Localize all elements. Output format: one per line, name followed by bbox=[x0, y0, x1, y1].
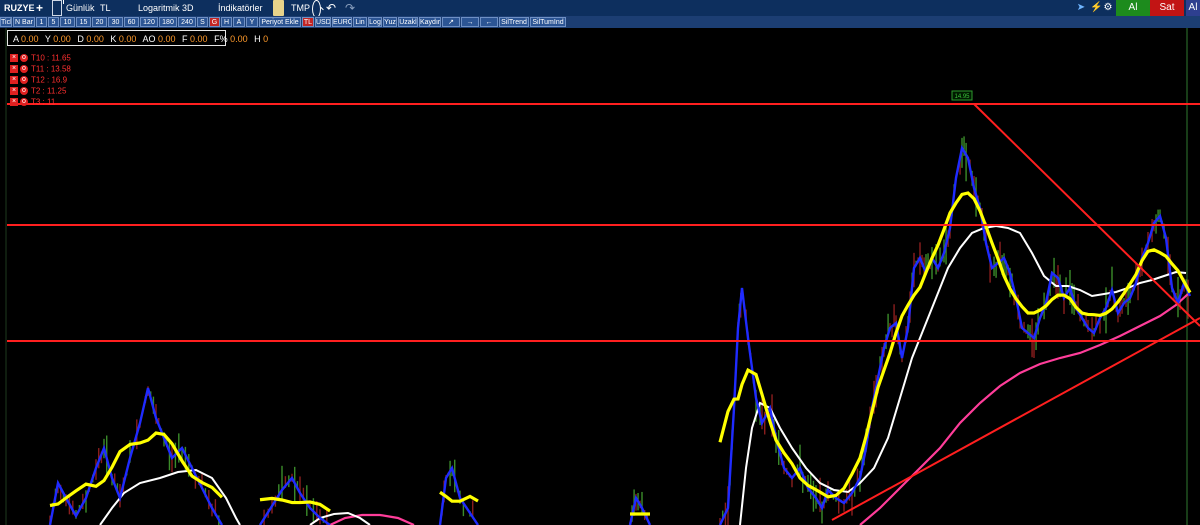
high-value: 0.00 bbox=[53, 34, 71, 44]
high-label: Y bbox=[44, 34, 51, 44]
currency-selector[interactable]: TL bbox=[100, 0, 111, 16]
low-label: D bbox=[77, 34, 84, 44]
toolbar-button[interactable]: Log bbox=[368, 17, 382, 27]
toolbar-button[interactable]: N Bar bbox=[13, 17, 35, 27]
target-item: × o T2 : 11.25 bbox=[10, 85, 71, 96]
toolbar-button[interactable]: ← bbox=[480, 17, 498, 27]
target-label: T2 : 11.25 bbox=[31, 86, 67, 96]
target-item: × o T11 : 13.58 bbox=[10, 63, 71, 74]
external-link-icon[interactable] bbox=[52, 0, 64, 16]
change-percent-label: F% bbox=[214, 34, 228, 44]
remove-target-icon[interactable]: × bbox=[10, 86, 18, 95]
toolbar-button[interactable]: ↗ bbox=[442, 17, 460, 27]
toolbar-button[interactable]: Y bbox=[246, 17, 258, 27]
toolbar-button[interactable]: SilTumInd bbox=[530, 17, 566, 27]
sell-button[interactable]: Sat bbox=[1150, 0, 1184, 16]
toolbar-button[interactable]: H bbox=[221, 17, 232, 27]
toolbar-button[interactable]: 5 bbox=[48, 17, 59, 27]
flash-icon[interactable]: ⚡ bbox=[1090, 0, 1102, 16]
toolbar-button[interactable]: Tick bbox=[0, 17, 12, 27]
change-label: F bbox=[182, 34, 188, 44]
toolbar-button[interactable]: G bbox=[209, 17, 220, 27]
period-button-row: TickN Bar151015203060120180240SGHAYPeriy… bbox=[0, 16, 1200, 28]
target-item: × o T10 : 11.65 bbox=[10, 52, 71, 63]
toolbar-button[interactable]: 1 bbox=[36, 17, 47, 27]
remove-target-icon[interactable]: × bbox=[10, 53, 18, 62]
average-label: AO bbox=[142, 34, 156, 44]
peak-label: 14.95 bbox=[954, 94, 970, 100]
toolbar-button[interactable]: Uzakl bbox=[398, 17, 418, 27]
open-label: A bbox=[13, 34, 19, 44]
toolbar-button[interactable]: Lin bbox=[353, 17, 367, 27]
toolbar-button[interactable]: 240 bbox=[178, 17, 196, 27]
close-label: K bbox=[110, 34, 117, 44]
folder-icon[interactable] bbox=[273, 0, 284, 16]
toolbar-button[interactable]: 60 bbox=[124, 17, 139, 27]
target-label: T10 : 11.65 bbox=[31, 53, 71, 63]
cursor-icon[interactable]: ➤ bbox=[1076, 0, 1086, 16]
add-symbol-button[interactable]: + bbox=[36, 0, 43, 16]
price-chart[interactable]: 14.95 bbox=[0, 28, 1200, 525]
remove-target-icon[interactable]: × bbox=[10, 75, 18, 84]
3d-toggle[interactable]: 3D bbox=[182, 0, 194, 16]
change-percent-value: 0.00 bbox=[230, 34, 248, 44]
low-value: 0.00 bbox=[86, 34, 104, 44]
toolbar-button[interactable]: 120 bbox=[140, 17, 158, 27]
toolbar-button[interactable]: Periyot Ekle bbox=[259, 17, 301, 27]
ohlc-info-box: A 0.00 Y 0.00 D 0.00 K 0.00 AO 0.00 F 0.… bbox=[7, 30, 268, 46]
target-item: × o T3 : 11 bbox=[10, 96, 71, 107]
toolbar-button[interactable]: USD bbox=[315, 17, 331, 27]
target-level-list: × o T10 : 11.65 × o T11 : 13.58 × o T12 : 16.9… bbox=[10, 52, 71, 107]
target-item: × o T12 : 16.9 bbox=[10, 74, 71, 85]
extra-buy-button[interactable]: Al bbox=[1186, 0, 1200, 16]
toolbar-button[interactable]: EURO bbox=[332, 17, 352, 27]
toolbar-button[interactable]: 15 bbox=[76, 17, 91, 27]
settings-target-icon[interactable]: o bbox=[20, 53, 28, 62]
toolbar-button[interactable]: 30 bbox=[108, 17, 123, 27]
toolbar-button[interactable]: 10 bbox=[60, 17, 75, 27]
toolbar-button[interactable]: → bbox=[461, 17, 479, 27]
open-value: 0.00 bbox=[21, 34, 39, 44]
redo-icon[interactable]: ↷ bbox=[345, 0, 355, 16]
toolbar-button[interactable]: 180 bbox=[159, 17, 177, 27]
buy-button[interactable]: Al bbox=[1116, 0, 1150, 16]
settings-target-icon[interactable]: o bbox=[20, 75, 28, 84]
indicators-menu[interactable]: İndikatörler bbox=[218, 0, 263, 16]
target-label: T12 : 16.9 bbox=[31, 75, 68, 85]
gear-icon[interactable]: ⚙ bbox=[1103, 0, 1113, 16]
peak-marker: 14.95 bbox=[951, 90, 973, 101]
target-label: T3 : 11 bbox=[31, 97, 56, 107]
settings-target-icon[interactable]: o bbox=[20, 97, 28, 106]
toolbar-button[interactable]: Yuz bbox=[383, 17, 397, 27]
remove-target-icon[interactable]: × bbox=[10, 64, 18, 73]
toolbar-button[interactable]: Kaydır bbox=[419, 17, 441, 27]
volume-label: H bbox=[254, 34, 261, 44]
period-selector[interactable]: Günlük bbox=[66, 0, 95, 16]
change-value: 0.00 bbox=[190, 34, 208, 44]
toolbar-button[interactable]: S bbox=[197, 17, 208, 27]
symbol-field[interactable]: RUZYE bbox=[4, 0, 35, 16]
scale-selector[interactable]: Logaritmik bbox=[138, 0, 180, 16]
target-label: T11 : 13.58 bbox=[31, 64, 71, 74]
toolbar-button[interactable]: A bbox=[233, 17, 245, 27]
template-button[interactable]: TMP bbox=[291, 0, 310, 16]
settings-target-icon[interactable]: o bbox=[20, 64, 28, 73]
toolbar-button[interactable]: SilTrend bbox=[499, 17, 529, 27]
volume-value: 0 bbox=[263, 34, 269, 44]
close-value: 0.00 bbox=[118, 34, 137, 44]
main-toolbar: RUZYE + Günlük TL Logaritmik 3D İndikatö… bbox=[0, 0, 1200, 18]
toolbar-button[interactable]: TL bbox=[302, 17, 314, 27]
undo-icon[interactable]: ↶ bbox=[326, 0, 336, 16]
settings-target-icon[interactable]: o bbox=[20, 86, 28, 95]
trading-app: RUZYE + Günlük TL Logaritmik 3D İndikatö… bbox=[0, 0, 1200, 525]
average-value: 0.00 bbox=[157, 34, 176, 44]
toolbar-button[interactable]: 20 bbox=[92, 17, 107, 27]
remove-target-icon[interactable]: × bbox=[10, 97, 18, 106]
